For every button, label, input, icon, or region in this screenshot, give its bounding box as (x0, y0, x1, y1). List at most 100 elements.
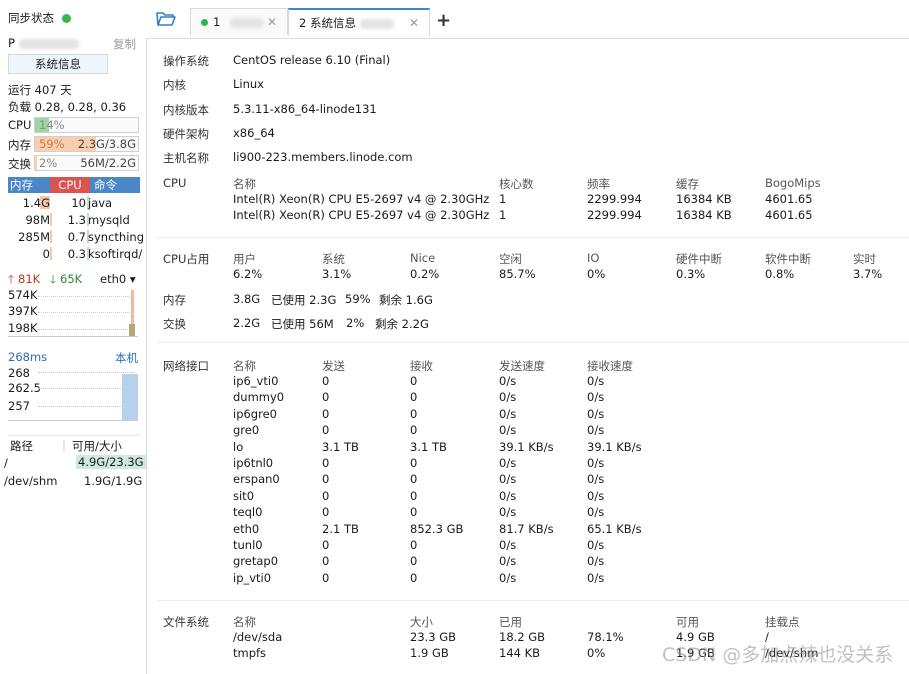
gridline (38, 329, 134, 330)
filesystem-cell: 18.2 GB (499, 630, 546, 644)
cpu-header: 缓存 (676, 177, 699, 191)
network-cell: 0 (410, 554, 418, 569)
interface-select[interactable]: eth0 ▾ (100, 272, 136, 286)
net-tick: 574K (8, 288, 38, 302)
filesystem-header: 已用 (499, 615, 522, 629)
col-mem[interactable]: 内存 (10, 177, 33, 193)
filesystem-cell: 144 KB (499, 646, 541, 660)
cpu-cell: 4601.65 (765, 192, 813, 206)
ping-tick: 262.5 (8, 381, 41, 395)
col-avail[interactable]: 可用/大小 (72, 438, 122, 454)
filesystem-header: 大小 (410, 615, 433, 629)
process-table-header: 内存 CPU 命令 (8, 177, 140, 193)
info-label: 操作系统 (163, 54, 209, 68)
network-cell: 0 (322, 570, 330, 585)
process-row[interactable]: 98M 1.3 mysqld (8, 212, 140, 228)
process-row[interactable]: 285M 0.7 syncthing (8, 229, 144, 245)
swap-free: 剩余 2.2G (375, 317, 429, 331)
swap-used: 已使用 56M (271, 317, 334, 331)
cpu-section-label: CPU (163, 176, 187, 190)
network-cell: 0 (322, 538, 330, 552)
divider (157, 237, 909, 238)
net-tick: 397K (8, 304, 38, 318)
filesystem-cell: 23.3 GB (410, 630, 457, 644)
add-tab-button[interactable]: + (436, 10, 451, 31)
cpu-usage-header: IO (587, 251, 600, 265)
process-mem: 98M (25, 213, 50, 227)
network-cell: 0 (410, 488, 418, 503)
cpu-usage-header: 系统 (322, 252, 345, 266)
disk-table-header: 路径 | 可用/大小 (8, 435, 140, 454)
cpu-label: CPU (8, 118, 32, 132)
gridline (38, 372, 134, 373)
network-cell: 0 (322, 505, 330, 520)
network-header: 接收速度 (587, 359, 633, 373)
network-cell: ip6_vti0 (233, 374, 279, 388)
folder-icon[interactable] (156, 11, 176, 27)
col-cmd[interactable]: 命令 (94, 177, 117, 193)
network-cell: 0/s (587, 456, 605, 470)
network-cell: 3.1 TB (322, 439, 359, 454)
network-cell: 0/s (499, 570, 517, 585)
network-row: gre0 0 0 0/s 0/s (147, 423, 909, 439)
network-cell: 3.1 TB (410, 439, 447, 454)
gridline (38, 406, 134, 407)
network-label: 网络接口 (163, 359, 209, 373)
mem-bar (50, 213, 52, 226)
cpu-usage-header: 空闲 (499, 252, 522, 266)
sysinfo-button[interactable]: 系统信息 (8, 54, 108, 74)
watermark: CSDN @多加点辣也没关系 (662, 644, 894, 666)
cpu-usage-bar: 14% (34, 117, 139, 133)
divider (157, 342, 909, 343)
tab-index: 2 (299, 16, 307, 30)
cpu-cell: 16384 KB (676, 192, 732, 206)
info-label: 硬件架构 (163, 126, 209, 141)
cpu-usage-value: 3.7% (853, 267, 883, 281)
network-cell: ip_vti0 (233, 570, 272, 585)
network-cell: gre0 (233, 423, 260, 438)
process-mem: 285M (18, 230, 50, 244)
network-cell: 0/s (587, 390, 605, 405)
network-row: eth0 2.1 TB 852.3 GB 81.7 KB/s 65.1 KB/s (147, 522, 909, 538)
network-cell: 0 (322, 456, 330, 470)
tab-index: 1 (213, 15, 221, 29)
network-header: 名称 (233, 359, 256, 373)
net-traffic-chart: 574K 397K 198K (8, 288, 138, 338)
load-average: 负载 0.28, 0.28, 0.36 (8, 100, 127, 114)
network-cell: ip6tnl0 (233, 456, 274, 470)
network-cell: 0/s (499, 390, 517, 405)
network-cell: 0/s (499, 505, 517, 520)
memory-total: 3.8G (233, 292, 261, 306)
col-cpu[interactable]: CPU (50, 177, 90, 193)
process-row[interactable]: 1.4G 10 java (8, 195, 140, 211)
network-cell: 0/s (587, 374, 605, 388)
network-cell: 0 (410, 538, 418, 552)
info-label: 内核版本 (163, 102, 209, 117)
ping-target[interactable]: 本机 (115, 350, 138, 366)
network-cell: tunl0 (233, 538, 263, 552)
network-cell: 0 (410, 390, 418, 405)
cpu-cell: 4601.65 (765, 208, 813, 222)
tab-2[interactable]: 2 系统信息 ✕ (288, 8, 430, 36)
network-row: dummy0 0 0 0/s 0/s (147, 390, 909, 406)
tab-1[interactable]: 1 ✕ (190, 8, 288, 35)
uptime: 运行 407 天 (8, 83, 72, 97)
host-address: P (8, 36, 79, 50)
disk-path: / (4, 456, 8, 470)
network-cell: ip6gre0 (233, 406, 277, 421)
cpu-usage-value: 3.1% (322, 267, 352, 281)
process-row[interactable]: 0 0.3 ksoftirqd/ (8, 246, 142, 262)
network-cell: 0 (322, 554, 330, 569)
network-header: 发送速度 (499, 359, 545, 373)
close-icon[interactable]: ✕ (409, 10, 419, 36)
network-cell: dummy0 (233, 390, 285, 405)
close-icon[interactable]: ✕ (267, 9, 277, 35)
network-cell: 0/s (587, 570, 605, 585)
network-row: ip6_vti0 0 0 0/s 0/s (147, 374, 909, 390)
copy-button[interactable]: 复制 (113, 36, 136, 52)
tab-label: 系统信息 (309, 16, 356, 30)
col-path[interactable]: 路径 (10, 438, 33, 454)
memory-percent: 59% (345, 292, 371, 306)
network-cell: sit0 (233, 488, 255, 503)
divider (157, 600, 909, 601)
